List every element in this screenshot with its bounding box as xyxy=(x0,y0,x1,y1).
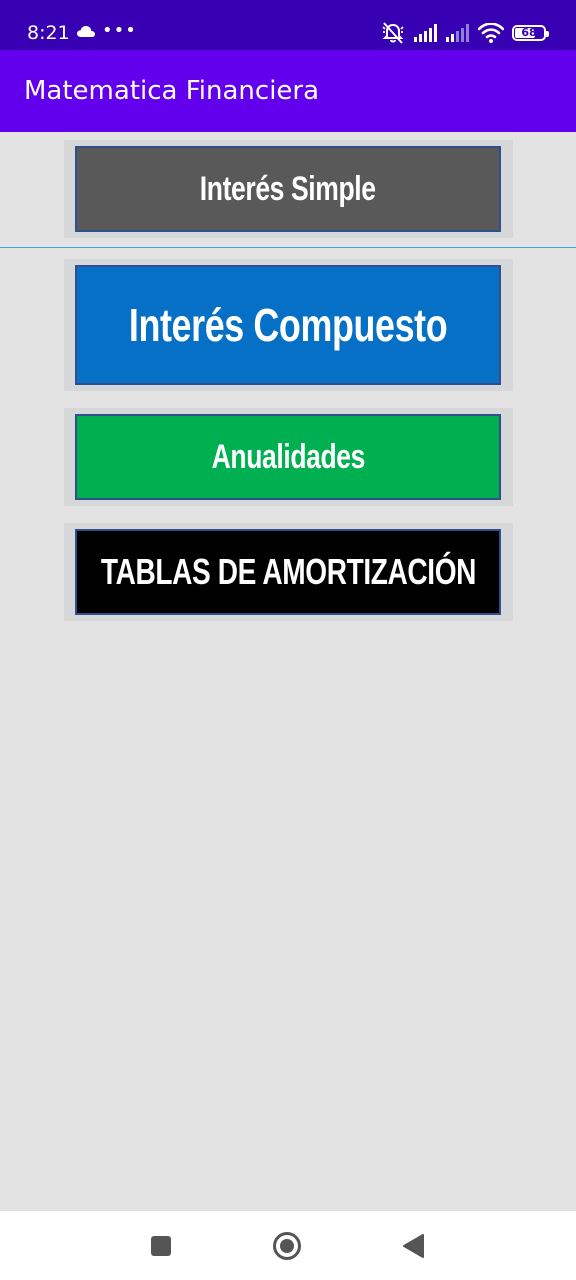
navigation-bar xyxy=(0,1211,576,1280)
signal-icon xyxy=(414,24,437,42)
cloud-icon xyxy=(77,26,95,37)
back-triangle-icon xyxy=(403,1234,424,1258)
battery-tip xyxy=(546,31,549,37)
menu-label: Anualidades xyxy=(211,437,365,476)
menu-label: Interés Simple xyxy=(200,169,376,208)
divider xyxy=(0,247,576,248)
menu-card-interes-simple: Interés Simple xyxy=(64,140,513,238)
status-bar: 8:21 ••• 68 xyxy=(0,0,576,50)
alarm-off-icon xyxy=(382,22,404,44)
wifi-icon xyxy=(478,23,504,43)
app-title: Matematica Financiera xyxy=(24,76,320,106)
home-button[interactable] xyxy=(272,1231,302,1261)
back-button[interactable] xyxy=(398,1231,428,1261)
recents-square-icon xyxy=(151,1236,171,1256)
menu-card-interes-compuesto: Interés Compuesto xyxy=(64,259,513,391)
interes-compuesto-button[interactable]: Interés Compuesto xyxy=(75,265,501,385)
status-icons: 68 xyxy=(380,20,549,46)
interes-simple-button[interactable]: Interés Simple xyxy=(75,146,501,232)
battery-level: 68 xyxy=(521,26,537,39)
signal-icon-2 xyxy=(446,24,469,42)
recents-button[interactable] xyxy=(146,1231,176,1261)
battery-icon: 68 xyxy=(512,25,549,41)
more-dots-icon: ••• xyxy=(102,20,137,41)
tablas-amortizacion-button[interactable]: TABLAS DE AMORTIZACIÓN xyxy=(75,529,501,615)
menu-label: Interés Compuesto xyxy=(128,299,448,351)
anualidades-button[interactable]: Anualidades xyxy=(75,414,501,500)
app-bar: Matematica Financiera xyxy=(0,50,576,132)
home-circle-icon xyxy=(273,1232,301,1260)
status-time: 8:21 xyxy=(27,22,70,44)
menu-label: TABLAS DE AMORTIZACIÓN xyxy=(100,551,476,592)
menu-card-anualidades: Anualidades xyxy=(64,408,513,506)
menu-card-tablas-amortizacion: TABLAS DE AMORTIZACIÓN xyxy=(64,523,513,621)
